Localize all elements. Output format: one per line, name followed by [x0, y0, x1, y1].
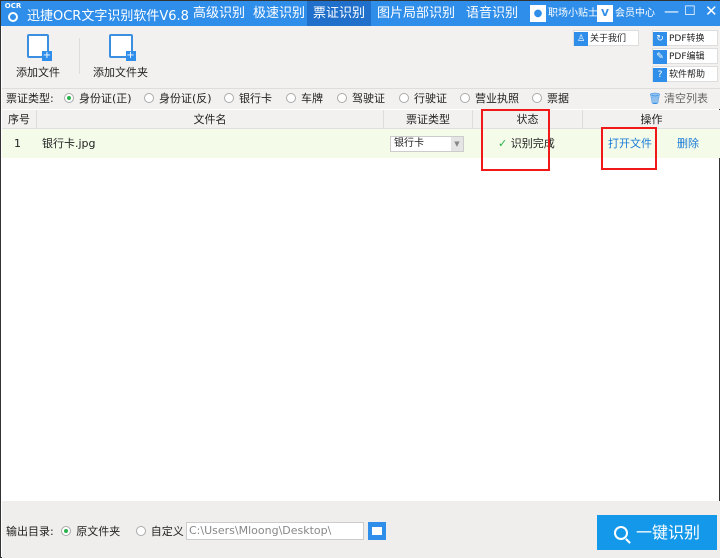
output-dir-label: 输出目录: — [6, 525, 54, 538]
highlight-box-open — [601, 127, 657, 170]
ticket-type-selector: 票证类型: 身份证(正) 身份证(反) 银行卡 车牌 驾驶证 行驶证 营业执照 … — [2, 89, 720, 109]
close-button[interactable]: ✕ — [705, 2, 718, 20]
add-file-label: 添加文件 — [16, 66, 60, 79]
ticket-type-label: 票证类型: — [6, 92, 54, 105]
toolbar: 添加文件 添加文件夹 ♙关于我们 ↻PDF转换 ✎PDF编辑 ?软件帮助 — [2, 26, 720, 89]
pdf-edit-button[interactable]: ✎ PDF编辑 — [652, 48, 718, 64]
help-button[interactable]: ? 软件帮助 — [652, 66, 718, 82]
add-folder-icon — [108, 34, 136, 61]
row-index: 1 — [14, 137, 21, 150]
radio-original-folder[interactable]: 原文件夹 — [61, 525, 120, 538]
about-button[interactable]: ♙ 关于我们 — [573, 30, 639, 46]
tab-advanced[interactable]: 高级识别 — [187, 1, 251, 26]
user-icon: ● — [530, 5, 546, 22]
radio-driver-license[interactable]: 驾驶证 — [337, 89, 385, 109]
header-filename: 文件名 — [36, 110, 383, 129]
trash-icon: 🗑 — [648, 92, 662, 105]
tips-button[interactable]: ● 职场小贴士 — [530, 5, 598, 22]
radio-id-back[interactable]: 身份证(反) — [144, 89, 212, 109]
recognize-button[interactable]: 一键识别 — [597, 515, 717, 550]
header-type: 票证类型 — [383, 110, 472, 129]
tab-partial[interactable]: 图片局部识别 — [371, 1, 461, 26]
title-bar: OCR 迅捷OCR文字识别软件V6.8 高级识别 极速识别 票证识别 图片局部识… — [1, 1, 720, 26]
radio-vehicle-license[interactable]: 行驶证 — [399, 89, 447, 109]
clear-list-button[interactable]: 🗑 清空列表 — [648, 89, 708, 109]
row-filename: 银行卡.jpg — [42, 137, 96, 150]
radio-bank-card[interactable]: 银行卡 — [224, 89, 272, 109]
search-icon — [613, 526, 628, 540]
app-window: OCR 迅捷OCR文字识别软件V6.8 高级识别 极速识别 票证识别 图片局部识… — [0, 0, 720, 558]
refresh-icon: ↻ — [653, 32, 667, 46]
radio-business-license[interactable]: 营业执照 — [460, 89, 519, 109]
tab-ticket[interactable]: 票证识别 — [307, 1, 372, 26]
radio-custom-folder[interactable]: 自定义 — [135, 525, 184, 538]
output-dir-row: 输出目录: 原文件夹 自定义 — [6, 524, 184, 540]
bottom-bar: 输出目录: 原文件夹 自定义 C:\Users\Mloong\Desktop\ … — [2, 501, 720, 558]
radio-id-front[interactable]: 身份证(正) — [64, 89, 132, 109]
add-file-icon — [27, 34, 52, 61]
question-icon: ? — [653, 68, 667, 82]
divider — [79, 38, 80, 74]
minimize-button[interactable]: — — [664, 2, 679, 20]
person-icon: ♙ — [574, 32, 588, 46]
pen-icon: ✎ — [653, 50, 667, 64]
add-file-button[interactable]: 添加文件 — [16, 34, 60, 80]
add-folder-button[interactable]: 添加文件夹 — [93, 34, 148, 80]
radio-plate[interactable]: 车牌 — [286, 89, 323, 109]
ocr-logo-icon: OCR — [3, 2, 23, 24]
delete-link[interactable]: 删除 — [677, 129, 699, 158]
radio-receipt[interactable]: 票据 — [532, 89, 569, 109]
output-path-input[interactable]: C:\Users\Mloong\Desktop\ — [186, 522, 364, 540]
add-folder-label: 添加文件夹 — [93, 66, 148, 79]
header-index: 序号 — [8, 113, 30, 126]
app-title: 迅捷OCR文字识别软件V6.8 — [27, 9, 189, 24]
highlight-box-status — [481, 109, 550, 171]
member-button[interactable]: V 会员中心 — [597, 5, 655, 22]
browse-folder-icon[interactable] — [368, 522, 386, 540]
dropdown-arrow-icon: ▼ — [451, 137, 463, 151]
tab-voice[interactable]: 语音识别 — [460, 1, 524, 26]
pdf-convert-button[interactable]: ↻ PDF转换 — [652, 30, 718, 46]
vip-icon: V — [597, 5, 613, 22]
maximize-button[interactable]: ☐ — [684, 4, 696, 19]
row-type-select[interactable]: 银行卡 ▼ — [390, 136, 464, 152]
tab-fast[interactable]: 极速识别 — [247, 1, 311, 26]
